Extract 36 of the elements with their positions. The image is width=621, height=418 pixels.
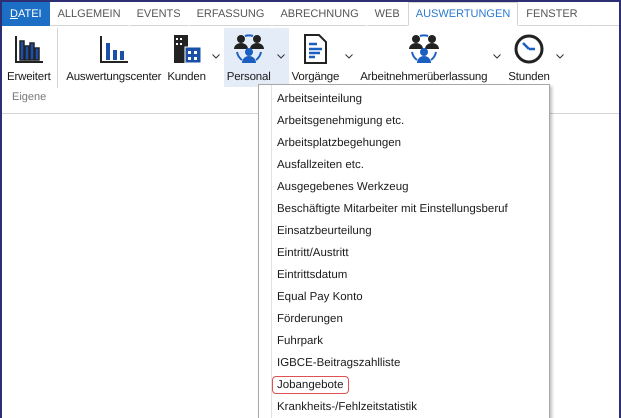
ribbon-button[interactable]: Auswertungscenter xyxy=(63,28,164,87)
ribbon-button[interactable]: Erweitert xyxy=(4,28,54,87)
ribbon-button[interactable]: Personal xyxy=(224,28,289,87)
ribbon-tab[interactable]: WEB xyxy=(366,2,408,26)
clock-icon xyxy=(513,33,546,65)
menu-item[interactable]: Krankheits-/Fehlzeitstatistik xyxy=(272,398,422,416)
bar-chart-icon xyxy=(98,33,130,65)
menu-item[interactable]: Ausgegebenes Werkzeug xyxy=(272,178,414,196)
ribbon-button[interactable]: Stunden xyxy=(505,28,568,87)
ribbon-tab[interactable]: FENSTER xyxy=(518,2,586,26)
people-icon xyxy=(232,33,265,65)
menu-item[interactable]: Arbeitseinteilung xyxy=(272,90,368,108)
ribbon-tab[interactable]: EVENTS xyxy=(128,2,189,26)
ribbon-tab[interactable]: ALLGEMEIN xyxy=(50,2,129,26)
ribbon-tab[interactable]: AUSWERTUNGEN xyxy=(408,2,518,26)
menu-item[interactable]: Förderungen xyxy=(272,310,348,328)
menu-item[interactable]: Equal Pay Konto xyxy=(272,288,368,306)
menu-item[interactable]: Arbeitsgenehmigung etc. xyxy=(272,112,410,130)
menu-item[interactable]: Einsatzbeurteilung xyxy=(272,222,377,240)
ribbon-button[interactable]: Vorgänge xyxy=(288,28,358,87)
group-label: Eigene xyxy=(11,90,48,105)
ribbon-tab[interactable]: DATEI xyxy=(2,2,50,26)
ribbon-tab[interactable]: ERFASSUNG xyxy=(188,2,272,26)
menu-item[interactable]: Eintritt/Austritt xyxy=(272,244,354,262)
menu-item[interactable]: Fuhrpark xyxy=(272,332,328,350)
menu-item[interactable]: Arbeitsplatzbegehungen xyxy=(272,134,406,152)
people-icon xyxy=(408,33,440,65)
menu-item[interactable]: Jobangebote xyxy=(272,376,349,394)
ribbon-tab[interactable]: ABRECHNUNG xyxy=(272,2,367,26)
menu-item[interactable]: IGBCE-Beitragszahlliste xyxy=(272,354,406,372)
menu-item[interactable]: Beschäftigte Mitarbeiter mit Einstellungsberuf xyxy=(272,200,513,218)
ribbon-button[interactable]: Arbeitnehmerüberlassung xyxy=(357,28,506,87)
bar-chart-icon xyxy=(12,33,45,65)
ribbon-button[interactable]: Kunden xyxy=(164,28,224,87)
menu-item[interactable]: Eintrittsdatum xyxy=(272,266,352,284)
menu-item[interactable]: Ausfallzeiten etc. xyxy=(272,156,369,174)
